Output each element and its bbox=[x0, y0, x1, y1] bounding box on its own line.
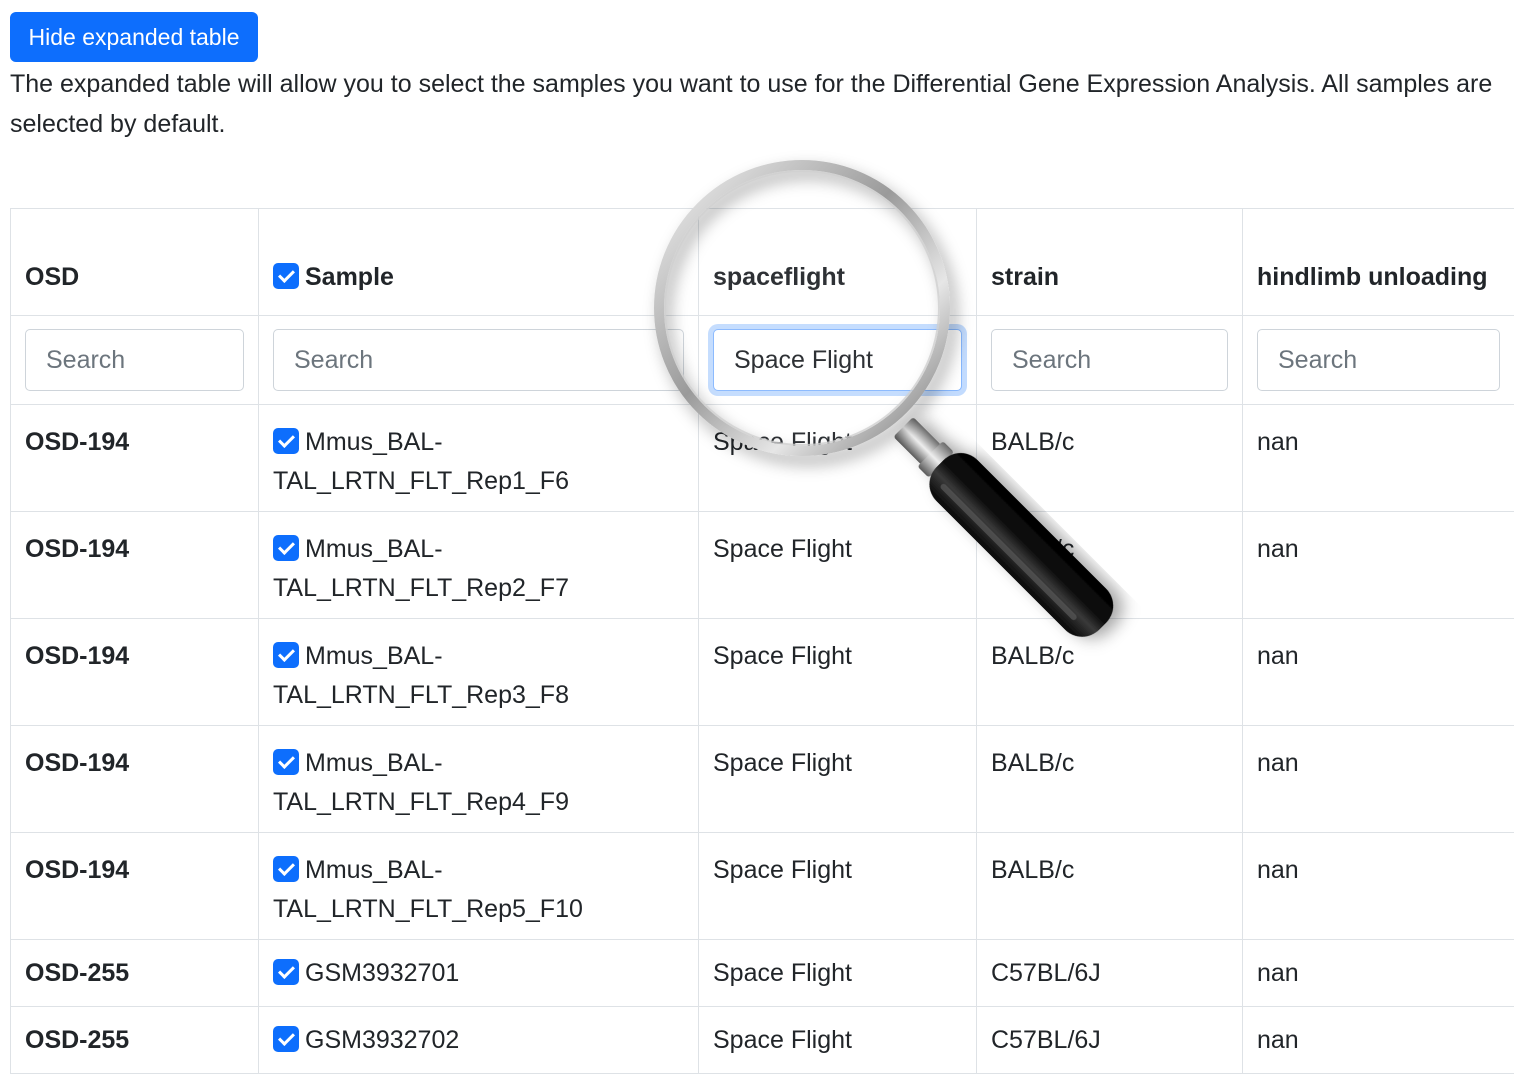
hindlimb-cell: nan bbox=[1242, 1006, 1514, 1074]
spaceflight-cell: Space Flight bbox=[698, 1006, 977, 1074]
header-hindlimb-unloading[interactable]: hindlimb unloading bbox=[1242, 208, 1514, 316]
hide-expanded-table-button[interactable]: Hide expanded table bbox=[10, 12, 258, 62]
filter-cell-spaceflight bbox=[698, 315, 977, 405]
header-row: OSD Sample spaceflight strain hindlimb u… bbox=[10, 208, 1514, 316]
table-row: OSD-194 Mmus_BAL-TAL_LRTN_FLT_Rep1_F6 Sp… bbox=[10, 404, 1514, 512]
strain-cell: BALB/c bbox=[976, 511, 1243, 619]
header-spaceflight[interactable]: spaceflight bbox=[698, 208, 977, 316]
sample-name: Mmus_BAL-TAL_LRTN_FLT_Rep2_F7 bbox=[273, 535, 569, 602]
osd-search-input[interactable] bbox=[25, 329, 244, 391]
osd-cell: OSD-255 bbox=[10, 939, 259, 1007]
spaceflight-cell: Space Flight bbox=[698, 511, 977, 619]
strain-cell: BALB/c bbox=[976, 404, 1243, 512]
sample-search-input[interactable] bbox=[273, 329, 684, 391]
osd-cell: OSD-194 bbox=[10, 725, 259, 833]
strain-search-input[interactable] bbox=[991, 329, 1228, 391]
hindlimb-cell: nan bbox=[1242, 832, 1514, 940]
hindlimb-cell: nan bbox=[1242, 618, 1514, 726]
sample-checkbox[interactable] bbox=[273, 959, 299, 985]
filter-row bbox=[10, 315, 1514, 405]
sample-cell: Mmus_BAL-TAL_LRTN_FLT_Rep4_F9 bbox=[258, 725, 699, 833]
header-osd[interactable]: OSD bbox=[10, 208, 259, 316]
sample-checkbox[interactable] bbox=[273, 535, 299, 561]
sample-name: GSM3932702 bbox=[305, 1026, 460, 1054]
intro-text: The expanded table will allow you to sel… bbox=[10, 70, 1493, 138]
select-all-checkbox[interactable] bbox=[273, 263, 299, 289]
samples-table: OSD Sample spaceflight strain hindlimb u… bbox=[10, 208, 1514, 1074]
samples-table-container: OSD Sample spaceflight strain hindlimb u… bbox=[10, 208, 1514, 1080]
sample-name: Mmus_BAL-TAL_LRTN_FLT_Rep3_F8 bbox=[273, 642, 569, 709]
sample-cell: Mmus_BAL-TAL_LRTN_FLT_Rep3_F8 bbox=[258, 618, 699, 726]
header-strain[interactable]: strain bbox=[976, 208, 1243, 316]
sample-name: Mmus_BAL-TAL_LRTN_FLT_Rep4_F9 bbox=[273, 749, 569, 816]
spaceflight-cell: Space Flight bbox=[698, 725, 977, 833]
sample-name: GSM3932701 bbox=[305, 959, 460, 987]
filter-cell-hindlimb bbox=[1242, 315, 1514, 405]
sample-checkbox[interactable] bbox=[273, 856, 299, 882]
sample-name: Mmus_BAL-TAL_LRTN_FLT_Rep5_F10 bbox=[273, 856, 583, 923]
osd-cell: OSD-194 bbox=[10, 832, 259, 940]
table-row: OSD-194 Mmus_BAL-TAL_LRTN_FLT_Rep3_F8 Sp… bbox=[10, 618, 1514, 726]
strain-cell: BALB/c bbox=[976, 832, 1243, 940]
sample-cell: Mmus_BAL-TAL_LRTN_FLT_Rep2_F7 bbox=[258, 511, 699, 619]
osd-cell: OSD-194 bbox=[10, 618, 259, 726]
strain-cell: BALB/c bbox=[976, 725, 1243, 833]
spaceflight-cell: Space Flight bbox=[698, 404, 977, 512]
hindlimb-cell: nan bbox=[1242, 939, 1514, 1007]
header-sample[interactable]: Sample bbox=[258, 208, 699, 316]
sample-name: Mmus_BAL-TAL_LRTN_FLT_Rep1_F6 bbox=[273, 428, 569, 495]
osd-cell: OSD-194 bbox=[10, 511, 259, 619]
sample-cell: GSM3932702 bbox=[258, 1006, 699, 1074]
sample-checkbox[interactable] bbox=[273, 642, 299, 668]
hindlimb-search-input[interactable] bbox=[1257, 329, 1500, 391]
table-row: OSD-194 Mmus_BAL-TAL_LRTN_FLT_Rep4_F9 Sp… bbox=[10, 725, 1514, 833]
table-row: OSD-255 GSM3932701 Space Flight C57BL/6J… bbox=[10, 939, 1514, 1007]
strain-cell: C57BL/6J bbox=[976, 1006, 1243, 1074]
spaceflight-cell: Space Flight bbox=[698, 939, 977, 1007]
sample-checkbox[interactable] bbox=[273, 749, 299, 775]
sample-cell: Mmus_BAL-TAL_LRTN_FLT_Rep1_F6 bbox=[258, 404, 699, 512]
header-sample-label: Sample bbox=[305, 263, 394, 291]
hindlimb-cell: nan bbox=[1242, 511, 1514, 619]
hindlimb-cell: nan bbox=[1242, 404, 1514, 512]
filter-cell-sample bbox=[258, 315, 699, 405]
osd-cell: OSD-194 bbox=[10, 404, 259, 512]
spaceflight-search-input[interactable] bbox=[713, 329, 962, 391]
table-row: OSD-255 GSM3932702 Space Flight C57BL/6J… bbox=[10, 1006, 1514, 1074]
hindlimb-cell: nan bbox=[1242, 725, 1514, 833]
sample-cell: GSM3932701 bbox=[258, 939, 699, 1007]
spaceflight-cell: Space Flight bbox=[698, 618, 977, 726]
page: Hide expanded table The expanded table w… bbox=[0, 0, 1528, 1080]
table-row: OSD-194 Mmus_BAL-TAL_LRTN_FLT_Rep2_F7 Sp… bbox=[10, 511, 1514, 619]
spaceflight-cell: Space Flight bbox=[698, 832, 977, 940]
filter-cell-strain bbox=[976, 315, 1243, 405]
sample-cell: Mmus_BAL-TAL_LRTN_FLT_Rep5_F10 bbox=[258, 832, 699, 940]
sample-checkbox[interactable] bbox=[273, 428, 299, 454]
strain-cell: C57BL/6J bbox=[976, 939, 1243, 1007]
table-row: OSD-194 Mmus_BAL-TAL_LRTN_FLT_Rep5_F10 S… bbox=[10, 832, 1514, 940]
osd-cell: OSD-255 bbox=[10, 1006, 259, 1074]
sample-checkbox[interactable] bbox=[273, 1026, 299, 1052]
filter-cell-osd bbox=[10, 315, 259, 405]
strain-cell: BALB/c bbox=[976, 618, 1243, 726]
